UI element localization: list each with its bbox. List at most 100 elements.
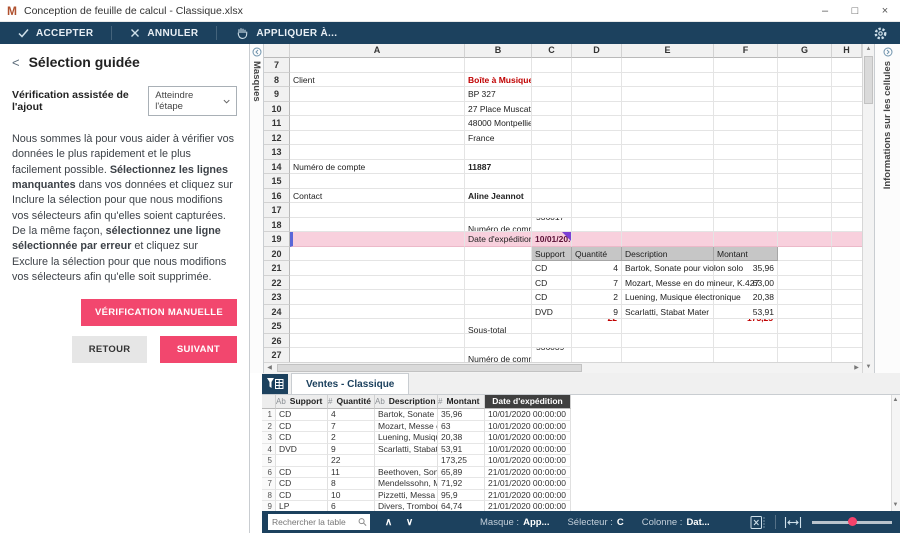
sheet-cell-C18[interactable]: 536017 <box>532 217 572 232</box>
table-cell[interactable]: 11 <box>328 466 375 478</box>
sheet-horizontal-scrollbar[interactable]: ◀ ▶ <box>264 362 862 373</box>
row-header[interactable]: 27 <box>264 348 290 362</box>
sheet-cell-D23[interactable]: 2 <box>572 290 622 305</box>
sheet-cell-C12[interactable] <box>532 130 572 145</box>
sheet-cell-G25[interactable] <box>778 319 832 334</box>
sheet-cell-G11[interactable] <box>778 116 832 131</box>
export-excel-icon[interactable] <box>750 515 767 530</box>
table-cell[interactable]: DVD <box>276 443 328 455</box>
table-cell[interactable]: CD <box>276 409 328 421</box>
find-next-button[interactable]: ∨ <box>399 517 420 528</box>
sheet-cell-E23[interactable]: Luening, Musique électronique <box>622 290 741 305</box>
masque-button[interactable] <box>262 374 288 394</box>
sheet-cell-H20[interactable] <box>832 247 862 261</box>
table-cell[interactable]: Scarlatti, Stabat Mater <box>375 443 438 455</box>
table-column-header-5[interactable]: Date d'expédition <box>485 395 571 409</box>
sheet-cell-H24[interactable] <box>832 305 862 319</box>
sheet-cell-C7[interactable] <box>532 58 572 73</box>
sheet-cell-H10[interactable] <box>832 102 862 116</box>
tab-ventes-classique[interactable]: Ventes - Classique <box>291 373 410 394</box>
sheet-cell-A26[interactable] <box>290 333 465 348</box>
sheet-cell-E13[interactable] <box>622 145 714 160</box>
select-all-corner[interactable] <box>264 44 290 58</box>
sheet-cell-F9[interactable] <box>714 87 778 102</box>
sheet-cell-C22[interactable]: CD <box>532 275 572 290</box>
fit-width-icon[interactable] <box>784 516 802 529</box>
table-cell[interactable]: Luening, Musique éle... <box>375 432 438 444</box>
sheet-cell-E26[interactable] <box>622 333 714 348</box>
sheet-cell-B17[interactable] <box>465 203 532 218</box>
table-cell[interactable]: Pizzetti, Messa di Re... <box>375 489 438 501</box>
sheet-cell-D13[interactable] <box>572 145 622 160</box>
table-row[interactable]: 9LP6Divers, Trombone mo...64,7421/01/202… <box>262 501 891 511</box>
column-header-C[interactable]: C <box>532 44 572 58</box>
sheet-cell-E22[interactable]: Mozart, Messe en do mineur, K.427 <box>622 275 759 290</box>
sheet-cell-E9[interactable] <box>622 87 714 102</box>
sheet-cell-F14[interactable] <box>714 159 778 174</box>
column-header-F[interactable]: F <box>714 44 778 58</box>
sheet-cell-G12[interactable] <box>778 130 832 145</box>
table-corner[interactable] <box>262 395 276 409</box>
row-header[interactable]: 23 <box>264 290 290 305</box>
sheet-cell-E7[interactable] <box>622 58 714 73</box>
sheet-cell-F10[interactable] <box>714 101 778 116</box>
row-header[interactable]: 25 <box>264 319 290 334</box>
sheet-cell-A8[interactable]: Client <box>290 72 465 87</box>
scroll-down-icon[interactable]: ▼ <box>891 500 900 511</box>
sheet-cell-E25[interactable] <box>622 319 714 334</box>
sheet-cell-B25[interactable]: Sous-total <box>465 319 532 334</box>
sheet-cell-F12[interactable] <box>714 130 778 145</box>
sheet-cell-B14[interactable]: 11887 <box>465 159 532 174</box>
sheet-cell-C27[interactable]: 536039 <box>532 348 572 362</box>
sheet-cell-D20[interactable]: Quantité <box>572 246 622 261</box>
table-column-header-2[interactable]: # Quantité <box>328 395 375 409</box>
table-row-number[interactable]: 3 <box>262 432 276 444</box>
sheet-cell-D14[interactable] <box>572 159 622 174</box>
sheet-cell-C14[interactable] <box>532 159 572 174</box>
sheet-cell-F13[interactable] <box>714 145 778 160</box>
sheet-cell-G13[interactable] <box>778 145 832 160</box>
table-cell[interactable]: 63 <box>438 420 485 432</box>
masque-status[interactable]: Masque : App... <box>480 517 549 528</box>
table-cell[interactable]: 10/01/2020 00:00:00 <box>485 432 571 444</box>
table-row[interactable]: 6CD11Beethoven, Sonate P...65,8921/01/20… <box>262 466 891 478</box>
table-cell[interactable]: 10/01/2020 00:00:00 <box>485 455 571 467</box>
sheet-cell-D9[interactable] <box>572 87 622 102</box>
sheet-cell-H22[interactable] <box>832 276 862 290</box>
next-button[interactable]: SUIVANT <box>159 336 237 364</box>
sheet-cell-G19[interactable] <box>778 232 832 247</box>
sheet-vertical-scrollbar[interactable]: ▲ ▼ <box>862 44 874 373</box>
column-header-D[interactable]: D <box>572 44 622 58</box>
sheet-cell-F15[interactable] <box>714 174 778 189</box>
sheet-cell-B23[interactable] <box>465 290 532 305</box>
sheet-cell-A14[interactable]: Numéro de compte <box>290 159 465 174</box>
table-row-number[interactable]: 6 <box>262 466 276 478</box>
sheet-cell-D8[interactable] <box>572 72 622 87</box>
sheet-cell-B15[interactable] <box>465 174 532 189</box>
sheet-cell-H26[interactable] <box>832 334 862 348</box>
sheet-cell-D27[interactable] <box>572 348 622 362</box>
sheet-cell-B19[interactable]: Date d'expédition <box>465 232 532 247</box>
sheet-cell-E14[interactable] <box>622 159 714 174</box>
sheet-cell-G10[interactable] <box>778 101 832 116</box>
sheet-cell-G16[interactable] <box>778 188 832 203</box>
sheet-cell-D12[interactable] <box>572 130 622 145</box>
table-cell[interactable]: 7 <box>328 420 375 432</box>
sheet-cell-F19[interactable] <box>714 232 778 247</box>
row-header[interactable]: 7 <box>264 58 290 73</box>
table-cell[interactable]: 2 <box>328 432 375 444</box>
sheet-cell-H15[interactable] <box>832 174 862 189</box>
sheet-cell-G17[interactable] <box>778 203 832 218</box>
sheet-cell-C21[interactable]: CD <box>532 261 572 276</box>
row-header[interactable]: 26 <box>264 333 290 348</box>
sheet-cell-C19[interactable]: 10/01/20... <box>532 232 572 247</box>
row-header[interactable]: 11 <box>264 116 290 131</box>
sheet-cell-C24[interactable]: DVD <box>532 304 572 319</box>
sheet-cell-A25[interactable] <box>290 319 465 334</box>
table-cell[interactable]: CD <box>276 432 328 444</box>
row-header[interactable]: 19 <box>264 232 290 247</box>
sheet-cell-F8[interactable] <box>714 72 778 87</box>
sheet-cell-D10[interactable] <box>572 101 622 116</box>
row-header[interactable]: 21 <box>264 261 290 276</box>
sheet-cell-C8[interactable] <box>532 72 572 87</box>
